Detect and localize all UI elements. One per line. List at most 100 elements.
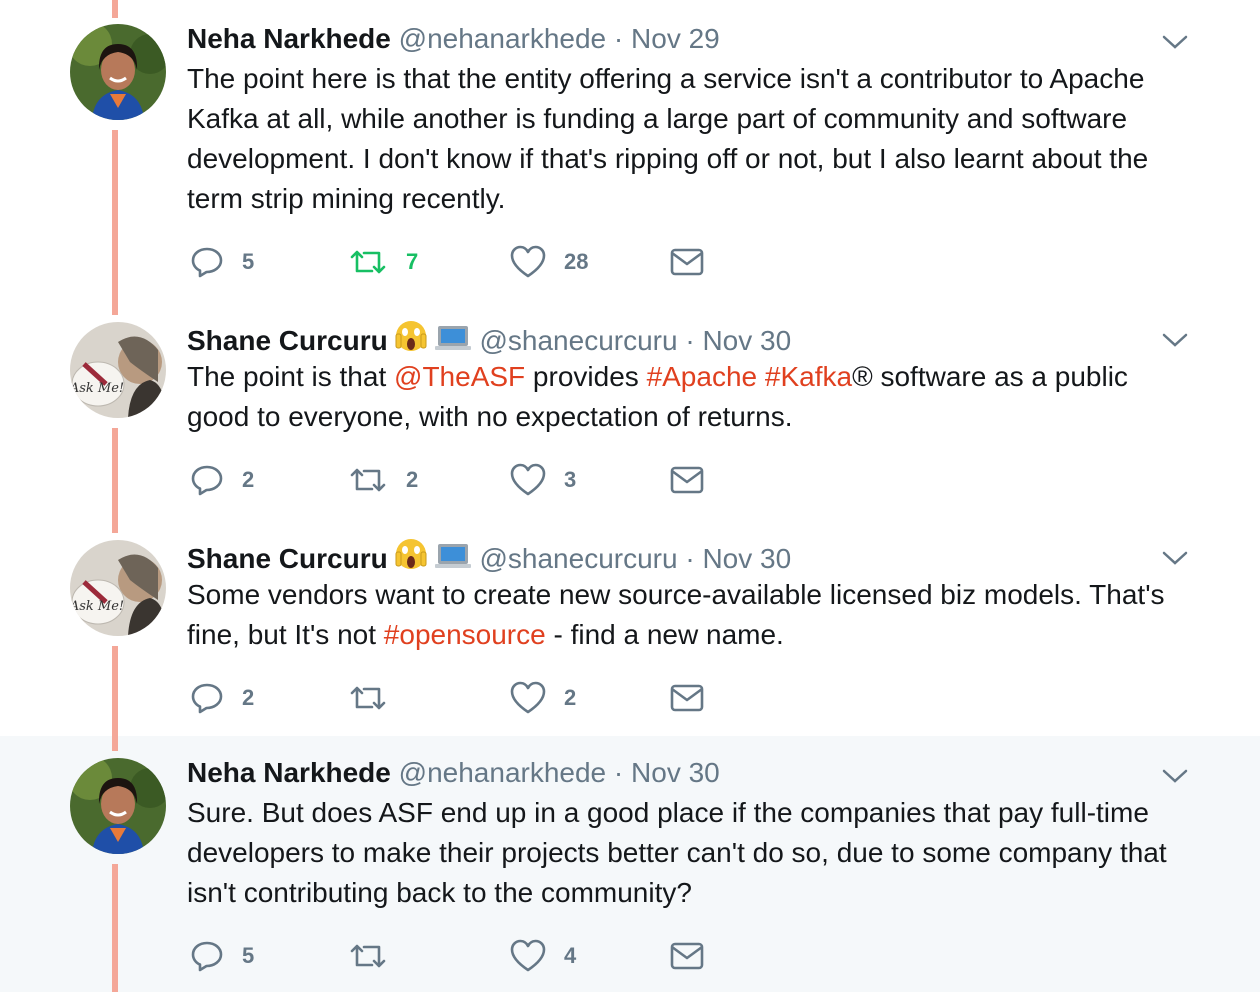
laptop-emoji bbox=[434, 538, 472, 580]
tweet-text-segment: The point is that bbox=[187, 361, 395, 392]
chevron-down-icon[interactable] bbox=[1160, 548, 1190, 568]
retweet-button[interactable] bbox=[348, 936, 406, 976]
tweet-text-segment bbox=[757, 361, 765, 392]
reply-icon bbox=[191, 465, 223, 496]
display-name[interactable]: Neha Narkhede bbox=[187, 757, 391, 788]
tweet-text-segment: The point here is that the entity offeri… bbox=[187, 63, 1149, 214]
tweet-text: The point is that @TheASF provides #Apac… bbox=[187, 357, 1187, 437]
tweet-text-segment: provides bbox=[525, 361, 647, 392]
heart-icon bbox=[510, 245, 546, 278]
display-name[interactable]: Shane Curcuru bbox=[187, 543, 388, 574]
tweet-header: Neha Narkhede @nehanarkhede · Nov 30 bbox=[187, 756, 720, 790]
retweet-button[interactable] bbox=[348, 678, 406, 718]
neha-avatar-image bbox=[70, 24, 166, 120]
username[interactable]: @shanecurcuru bbox=[479, 325, 677, 356]
tweet-1[interactable]: Neha Narkhede @nehanarkhede · Nov 29 The… bbox=[0, 0, 1260, 315]
avatar[interactable] bbox=[70, 24, 166, 120]
reply-button[interactable]: 5 bbox=[190, 242, 254, 282]
screaming-face-emoji bbox=[394, 538, 428, 580]
display-name[interactable]: Neha Narkhede bbox=[187, 23, 391, 54]
reply-button[interactable]: 2 bbox=[190, 460, 254, 500]
direct-message-button[interactable] bbox=[670, 460, 704, 500]
tweet-date[interactable]: Nov 30 bbox=[702, 543, 791, 574]
separator-dot: · bbox=[685, 325, 695, 356]
thread-line bbox=[112, 0, 118, 18]
username[interactable]: @shanecurcuru bbox=[479, 543, 677, 574]
laptop-emoji bbox=[434, 320, 472, 362]
avatar[interactable] bbox=[70, 758, 166, 854]
tweet-text: The point here is that the entity offeri… bbox=[187, 59, 1187, 219]
screaming-face-emoji bbox=[394, 320, 428, 362]
tweet-2[interactable]: Ask Me! Shane Curcuru @shanecurcuru · No… bbox=[0, 300, 1260, 533]
shane-avatar-image: Ask Me! bbox=[70, 540, 166, 636]
reply-count: 5 bbox=[242, 943, 255, 968]
like-button[interactable]: 4 bbox=[510, 936, 576, 976]
chevron-down-icon[interactable] bbox=[1160, 330, 1190, 350]
like-count: 4 bbox=[564, 943, 577, 968]
thread-line bbox=[112, 130, 118, 315]
avatar[interactable]: Ask Me! bbox=[70, 540, 166, 636]
conversation-thread: Neha Narkhede @nehanarkhede · Nov 29 The… bbox=[0, 0, 1260, 992]
avatar-badge-text: Ask Me! bbox=[70, 599, 124, 614]
mention-link[interactable]: @TheASF bbox=[394, 361, 525, 392]
envelope-icon bbox=[670, 248, 704, 276]
retweet-icon bbox=[350, 250, 386, 274]
direct-message-button[interactable] bbox=[670, 678, 704, 718]
like-count: 2 bbox=[564, 685, 577, 710]
envelope-icon bbox=[670, 684, 704, 712]
tweet-3[interactable]: Ask Me! Shane Curcuru @shanecurcuru · No… bbox=[0, 518, 1260, 738]
tweet-4[interactable]: Neha Narkhede @nehanarkhede · Nov 30 Sur… bbox=[0, 736, 1260, 992]
heart-icon bbox=[510, 939, 546, 972]
tweet-header: Shane Curcuru @shanecurcuru · Nov 30 bbox=[187, 320, 791, 362]
chevron-down-icon[interactable] bbox=[1160, 32, 1190, 52]
action-bar: 2 2 3 bbox=[190, 460, 750, 500]
separator-dot: · bbox=[613, 23, 624, 54]
action-bar: 5 7 28 bbox=[190, 242, 750, 282]
envelope-icon bbox=[670, 942, 704, 970]
tweet-text-segment: Sure. But does ASF end up in a good plac… bbox=[187, 797, 1167, 908]
reply-count: 5 bbox=[242, 249, 255, 274]
hashtag-link[interactable]: #opensource bbox=[384, 619, 546, 650]
username[interactable]: @nehanarkhede bbox=[399, 23, 606, 54]
shane-avatar-image: Ask Me! bbox=[70, 322, 166, 418]
display-name[interactable]: Shane Curcuru bbox=[187, 325, 388, 356]
retweet-button[interactable]: 7 bbox=[348, 242, 418, 282]
reply-button[interactable]: 2 bbox=[190, 678, 254, 718]
reply-icon bbox=[191, 941, 223, 972]
retweet-icon bbox=[350, 686, 386, 710]
tweet-date[interactable]: Nov 30 bbox=[631, 757, 720, 788]
separator-dot: · bbox=[613, 757, 624, 788]
thread-line bbox=[112, 736, 118, 751]
like-button[interactable]: 2 bbox=[510, 678, 576, 718]
reply-count: 2 bbox=[242, 467, 255, 492]
reply-count: 2 bbox=[242, 685, 255, 710]
action-bar: 2 2 bbox=[190, 678, 750, 718]
heart-icon bbox=[510, 463, 546, 496]
avatar[interactable]: Ask Me! bbox=[70, 322, 166, 418]
neha-avatar-image bbox=[70, 758, 166, 854]
tweet-date[interactable]: Nov 30 bbox=[702, 325, 791, 356]
tweet-text: Sure. But does ASF end up in a good plac… bbox=[187, 793, 1187, 913]
hashtag-link[interactable]: #Kafka bbox=[765, 361, 852, 392]
tweet-header: Shane Curcuru @shanecurcuru · Nov 30 bbox=[187, 538, 791, 580]
tweet-date[interactable]: Nov 29 bbox=[631, 23, 720, 54]
like-button[interactable]: 3 bbox=[510, 460, 576, 500]
direct-message-button[interactable] bbox=[670, 936, 704, 976]
heart-icon bbox=[510, 681, 546, 714]
retweet-count: 7 bbox=[406, 249, 419, 274]
tweet-header: Neha Narkhede @nehanarkhede · Nov 29 bbox=[187, 22, 720, 56]
retweet-button[interactable]: 2 bbox=[348, 460, 418, 500]
direct-message-button[interactable] bbox=[670, 242, 704, 282]
tweet-text-segment: - find a new name. bbox=[545, 619, 784, 650]
reply-icon bbox=[191, 247, 223, 278]
thread-line bbox=[112, 864, 118, 992]
reply-button[interactable]: 5 bbox=[190, 936, 254, 976]
like-button[interactable]: 28 bbox=[510, 242, 588, 282]
retweet-count: 2 bbox=[406, 467, 419, 492]
hashtag-link[interactable]: #Apache bbox=[647, 361, 758, 392]
envelope-icon bbox=[670, 466, 704, 494]
username[interactable]: @nehanarkhede bbox=[399, 757, 606, 788]
chevron-down-icon[interactable] bbox=[1160, 766, 1190, 786]
action-bar: 5 4 bbox=[190, 936, 750, 976]
like-count: 28 bbox=[564, 249, 589, 274]
